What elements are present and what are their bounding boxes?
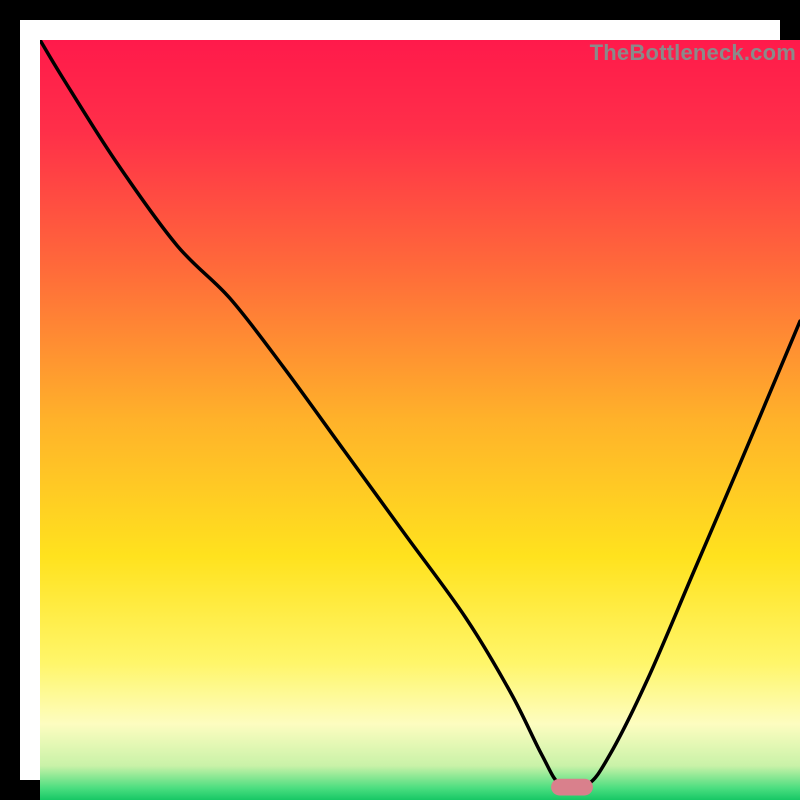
watermark-text: TheBottleneck.com [590,40,796,66]
chart-canvas [40,40,800,800]
plot-area: TheBottleneck.com [40,40,800,800]
optimal-point-marker [551,779,593,796]
gradient-background [40,40,800,800]
chart-frame: TheBottleneck.com [0,0,800,800]
